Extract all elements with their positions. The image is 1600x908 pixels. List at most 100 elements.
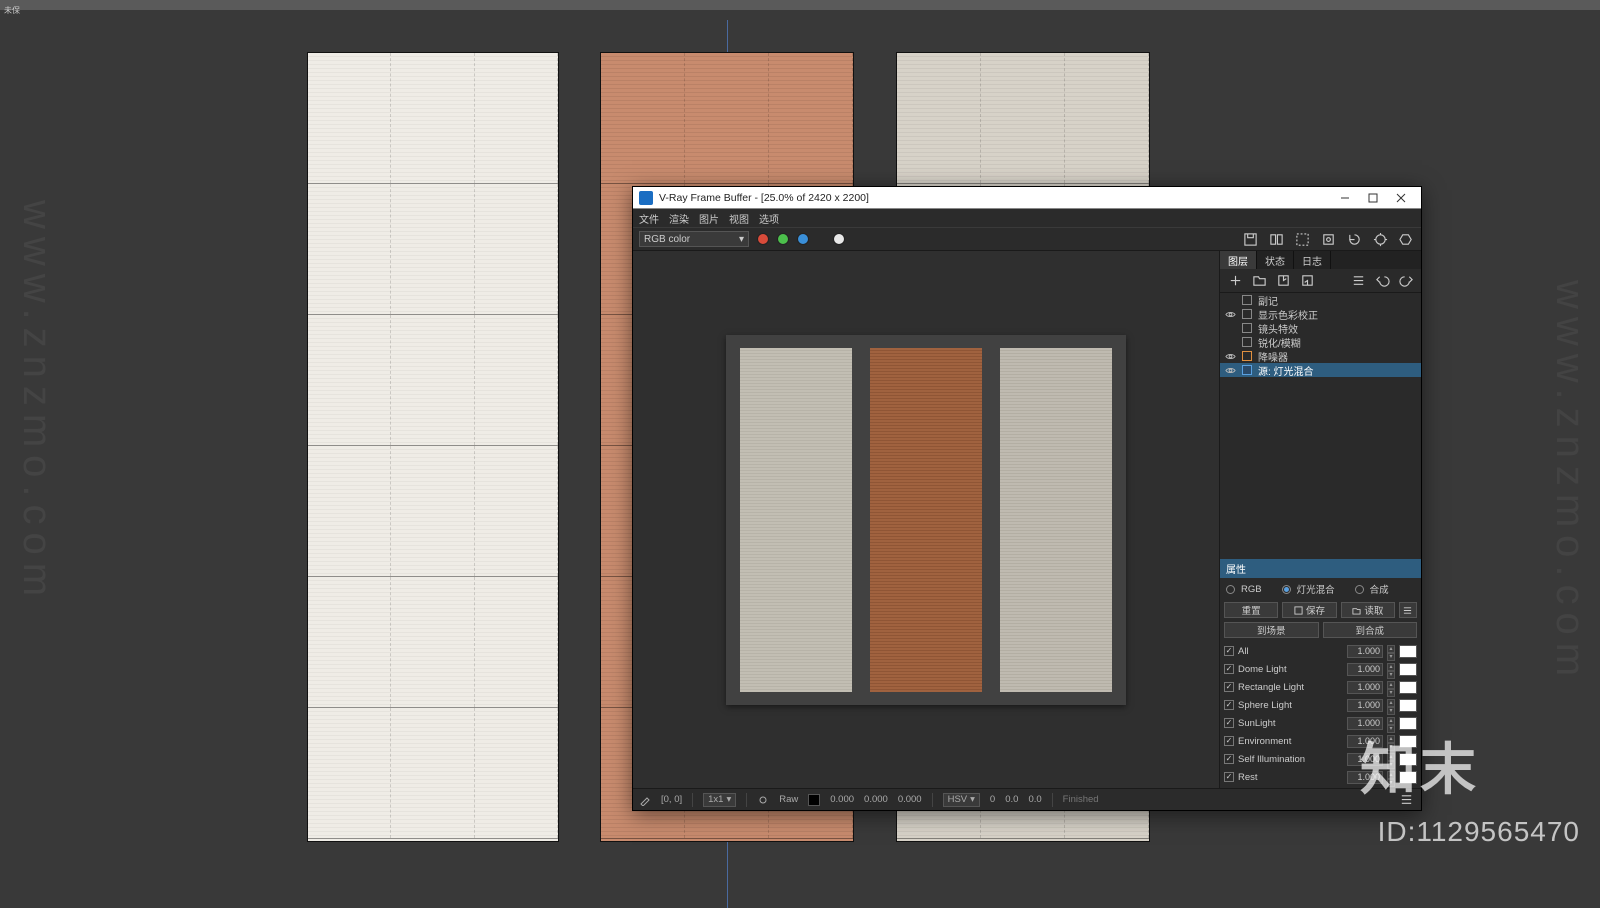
history-icon[interactable] [1267, 230, 1285, 248]
maximize-button[interactable] [1359, 189, 1387, 207]
spinner[interactable]: ▴▾ [1387, 681, 1395, 694]
layer-row[interactable]: 锐化/模糊 [1220, 335, 1421, 349]
region-render-icon[interactable] [1293, 230, 1311, 248]
render-last-icon[interactable] [1345, 230, 1363, 248]
options-button[interactable] [1399, 602, 1417, 618]
channel-green-button[interactable] [777, 233, 789, 245]
undo-icon[interactable] [1373, 272, 1391, 290]
render-icon[interactable] [1397, 230, 1415, 248]
hamburger-icon[interactable] [1397, 791, 1415, 809]
light-row: All1.000▴▾ [1224, 642, 1417, 660]
save-button[interactable]: 保存 [1282, 602, 1336, 618]
channel-red-button[interactable] [757, 233, 769, 245]
light-intensity-input[interactable]: 1.000 [1347, 663, 1383, 676]
vray-logo-icon [639, 191, 653, 205]
properties-header: 属性 [1220, 559, 1421, 578]
redo-icon[interactable] [1397, 272, 1415, 290]
tab-log[interactable]: 日志 [1294, 251, 1331, 269]
light-enable-checkbox[interactable] [1224, 682, 1234, 692]
spinner[interactable]: ▴▾ [1387, 717, 1395, 730]
layer-label: 显示色彩校正 [1258, 307, 1318, 322]
light-intensity-input[interactable]: 1.000 [1347, 771, 1383, 784]
channel-blue-button[interactable] [797, 233, 809, 245]
menu-image[interactable]: 图片 [699, 211, 719, 226]
menu-render[interactable]: 渲染 [669, 211, 689, 226]
spinner[interactable]: ▴▾ [1387, 771, 1395, 784]
light-intensity-input[interactable]: 1.000 [1347, 735, 1383, 748]
light-color-swatch[interactable] [1399, 699, 1417, 712]
radio-composite[interactable] [1355, 585, 1364, 594]
light-intensity-input[interactable]: 1.000 [1347, 699, 1383, 712]
light-intensity-input[interactable]: 1.000 [1347, 717, 1383, 730]
light-color-swatch[interactable] [1399, 735, 1417, 748]
link-icon[interactable] [757, 794, 769, 806]
layer-row[interactable]: 显示色彩校正 [1220, 307, 1421, 321]
hsv-selector[interactable]: HSV▾ [943, 793, 980, 807]
light-enable-checkbox[interactable] [1224, 700, 1234, 710]
layer-row-selected[interactable]: 源: 灯光混合 [1220, 363, 1421, 377]
light-color-swatch[interactable] [1399, 753, 1417, 766]
layer-row[interactable]: 镜头特效 [1220, 321, 1421, 335]
light-enable-checkbox[interactable] [1224, 718, 1234, 728]
spinner[interactable]: ▴▾ [1387, 663, 1395, 676]
light-intensity-input[interactable]: 1.000 [1347, 645, 1383, 658]
light-color-swatch[interactable] [1399, 681, 1417, 694]
eye-icon[interactable] [1224, 294, 1236, 306]
minimize-button[interactable] [1331, 189, 1359, 207]
light-enable-checkbox[interactable] [1224, 646, 1234, 656]
eye-icon[interactable] [1224, 322, 1236, 334]
add-layer-icon[interactable] [1226, 272, 1244, 290]
light-color-swatch[interactable] [1399, 771, 1417, 784]
zoom-selector[interactable]: 1x1▾ [703, 793, 736, 807]
eye-icon[interactable] [1224, 364, 1236, 376]
menu-file[interactable]: 文件 [639, 211, 659, 226]
raw-b: 0.000 [898, 794, 922, 805]
to-scene-button[interactable]: 到场景 [1224, 622, 1319, 638]
light-color-swatch[interactable] [1399, 717, 1417, 730]
menu-options[interactable]: 选项 [759, 211, 779, 226]
list-icon[interactable] [1349, 272, 1367, 290]
channel-mono-button[interactable] [833, 233, 845, 245]
light-color-swatch[interactable] [1399, 645, 1417, 658]
radio-lightmix-label: 灯光混合 [1297, 582, 1335, 596]
menu-view[interactable]: 视图 [729, 211, 749, 226]
spinner[interactable]: ▴▾ [1387, 735, 1395, 748]
spinner[interactable]: ▴▾ [1387, 753, 1395, 766]
light-enable-checkbox[interactable] [1224, 736, 1234, 746]
radio-lightmix[interactable] [1282, 585, 1291, 594]
light-enable-checkbox[interactable] [1224, 772, 1234, 782]
folder-icon[interactable] [1250, 272, 1268, 290]
light-row: Rectangle Light1.000▴▾ [1224, 678, 1417, 696]
light-intensity-input[interactable]: 1.000 [1347, 681, 1383, 694]
eye-icon[interactable] [1224, 308, 1236, 320]
channel-selector[interactable]: RGB color ▾ [639, 231, 749, 247]
tab-status[interactable]: 状态 [1257, 251, 1294, 269]
light-intensity-input[interactable]: 1.000 [1347, 753, 1383, 766]
render-viewport[interactable] [633, 251, 1219, 788]
layer-row[interactable]: 降噪器 [1220, 349, 1421, 363]
vfb-toolbar: RGB color ▾ [633, 227, 1421, 251]
window-titlebar[interactable]: V-Ray Frame Buffer - [25.0% of 2420 x 22… [633, 187, 1421, 209]
picker-icon[interactable] [639, 794, 651, 806]
texture-panel-white[interactable] [307, 52, 559, 842]
close-button[interactable] [1387, 189, 1415, 207]
load-button[interactable]: 读取 [1341, 602, 1395, 618]
light-enable-checkbox[interactable] [1224, 664, 1234, 674]
ipr-icon[interactable] [1371, 230, 1389, 248]
reset-button[interactable]: 重置 [1224, 602, 1278, 618]
chevron-down-icon: ▾ [739, 234, 744, 245]
eye-icon[interactable] [1224, 336, 1236, 348]
light-enable-checkbox[interactable] [1224, 754, 1234, 764]
save-preset-icon[interactable] [1274, 272, 1292, 290]
light-color-swatch[interactable] [1399, 663, 1417, 676]
spinner[interactable]: ▴▾ [1387, 645, 1395, 658]
spinner[interactable]: ▴▾ [1387, 699, 1395, 712]
load-preset-icon[interactable] [1298, 272, 1316, 290]
radio-rgb[interactable] [1226, 585, 1235, 594]
to-composite-button[interactable]: 到合成 [1323, 622, 1418, 638]
layer-row[interactable]: 副记 [1220, 293, 1421, 307]
save-image-icon[interactable] [1241, 230, 1259, 248]
tab-layers[interactable]: 图层 [1220, 251, 1257, 269]
track-mouse-icon[interactable] [1319, 230, 1337, 248]
eye-icon[interactable] [1224, 350, 1236, 362]
